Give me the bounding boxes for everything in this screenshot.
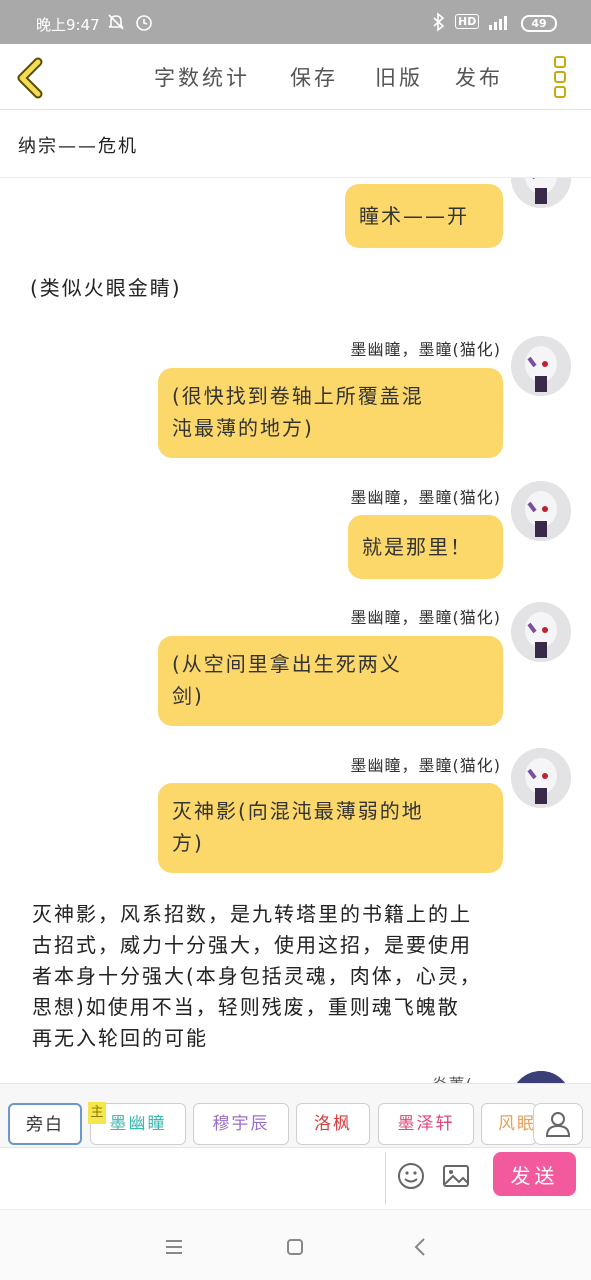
- profile-icon: [545, 1112, 571, 1137]
- narration-line: 再无入轮回的可能: [32, 1026, 208, 1050]
- menu-dot: [554, 86, 566, 98]
- message-line: 方): [172, 831, 204, 855]
- mute-icon: [106, 12, 126, 32]
- input-bar: 发送: [0, 1147, 591, 1209]
- publish-button[interactable]: 发布: [455, 62, 503, 92]
- main-character-tag: 主: [88, 1102, 106, 1124]
- signal-icon: [485, 12, 513, 32]
- message-input[interactable]: [6, 1152, 386, 1204]
- battery-indicator: 49: [521, 15, 557, 32]
- avatar[interactable]: [511, 1071, 571, 1083]
- alarm-icon: [134, 12, 154, 32]
- more-menu-icon: [554, 56, 566, 68]
- message-line: 灭神影(向混沌最薄弱的地: [172, 799, 424, 823]
- nav-home-icon: [287, 1239, 303, 1255]
- back-button[interactable]: [10, 54, 54, 100]
- message-bubble[interactable]: 瞳术——开: [345, 184, 503, 248]
- nav-back-icon: [414, 1238, 425, 1256]
- nav-home-button[interactable]: [280, 1232, 310, 1262]
- message-bubble[interactable]: (很快找到卷轴上所覆盖混 沌最薄的地方): [158, 368, 503, 458]
- avatar[interactable]: [511, 178, 571, 208]
- system-nav-bar: [0, 1209, 591, 1280]
- narration-line: 思想)如使用不当，轻则残废，重则魂飞魄散: [32, 995, 460, 1019]
- sender-name: 墨幽瞳，墨瞳(猫化): [350, 340, 501, 359]
- message-line: (从空间里拿出生死两义: [172, 652, 402, 676]
- role-chip-feng-mian[interactable]: 风眠: [481, 1103, 537, 1145]
- emoji-icon: [398, 1163, 424, 1189]
- hd-badge: HD: [455, 14, 480, 29]
- nav-back-button[interactable]: [405, 1232, 435, 1262]
- send-button[interactable]: 发送: [493, 1152, 576, 1196]
- image-button[interactable]: [440, 1160, 472, 1192]
- message-line: 沌最薄的地方): [172, 416, 314, 440]
- menu-dot: [554, 71, 566, 83]
- narration-line: 灭神影，风系招数，是九转塔里的书籍上的上: [32, 902, 472, 926]
- save-button[interactable]: 保存: [290, 62, 338, 92]
- message-bubble[interactable]: (从空间里拿出生死两义 剑): [158, 636, 503, 726]
- sender-name: 墨幽瞳，墨瞳(猫化): [350, 756, 501, 775]
- role-chip-narration[interactable]: 旁白: [8, 1103, 82, 1145]
- chat-area[interactable]: 瞳术——开 (类似火眼金睛) 墨幽瞳，墨瞳(猫化) (很快找到卷轴上所覆盖混 沌…: [0, 178, 591, 1083]
- status-time: 晚上9:47: [36, 16, 100, 34]
- image-icon: [443, 1165, 469, 1187]
- role-chip-mo-ze-xuan[interactable]: 墨泽轩: [378, 1103, 474, 1145]
- message-bubble[interactable]: 就是那里！: [348, 515, 503, 579]
- back-arrow-icon: [17, 57, 43, 99]
- narration-line: 古招式，威力十分强大，使用这招，是要使用: [32, 933, 472, 957]
- word-count-button[interactable]: 字数统计: [154, 62, 250, 92]
- role-chip-mu-yu-chen[interactable]: 穆宇辰: [193, 1103, 289, 1145]
- status-bar: 晚上9:47 HD 49: [0, 0, 591, 44]
- avatar[interactable]: [511, 748, 571, 808]
- chapter-title: 纳宗——危机: [18, 136, 138, 157]
- avatar[interactable]: [511, 336, 571, 396]
- role-manage-button[interactable]: [533, 1103, 583, 1145]
- avatar[interactable]: [511, 481, 571, 541]
- narration-text[interactable]: (类似火眼金睛): [30, 273, 182, 304]
- narration-text[interactable]: 灭神影，风系招数，是九转塔里的书籍上的上 古招式，威力十分强大，使用这招，是要使…: [32, 899, 482, 1054]
- emoji-button[interactable]: [395, 1160, 427, 1192]
- message-line: 剑): [172, 684, 204, 708]
- role-chip-luo-feng[interactable]: 洛枫: [296, 1103, 370, 1145]
- sender-name: 墨幽瞳，墨瞳(猫化): [350, 608, 501, 627]
- bluetooth-icon: [432, 12, 446, 32]
- avatar[interactable]: [511, 602, 571, 662]
- old-version-button[interactable]: 旧版: [375, 62, 423, 92]
- sender-name: 墨幽瞳，墨瞳(猫化): [350, 488, 501, 507]
- editor-header: 字数统计 保存 旧版 发布: [0, 44, 591, 110]
- nav-menu-icon: [166, 1240, 182, 1254]
- message-line: (很快找到卷轴上所覆盖混: [172, 384, 424, 408]
- sender-name: 炎菁(...: [431, 1071, 491, 1083]
- nav-menu-button[interactable]: [159, 1232, 189, 1262]
- message-bubble[interactable]: 灭神影(向混沌最薄弱的地 方): [158, 783, 503, 873]
- narration-line: 者本身十分强大(本身包括灵魂，肉体，心灵，: [32, 964, 482, 988]
- more-menu-button[interactable]: [547, 52, 573, 102]
